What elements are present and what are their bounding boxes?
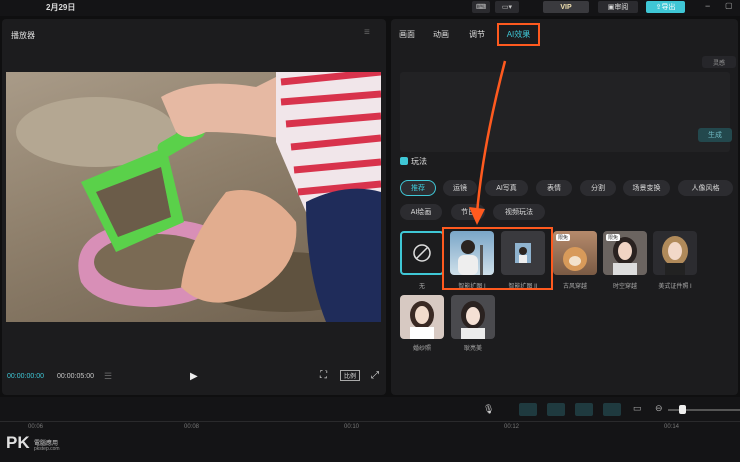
- review-button[interactable]: ▣ 审阅: [598, 1, 638, 13]
- export-button[interactable]: ⇪ 导出: [646, 1, 685, 13]
- zoom-slider-thumb[interactable]: [679, 405, 686, 414]
- ruler-tick: 00:08: [184, 424, 200, 430]
- effect-card-wedding[interactable]: [400, 295, 444, 339]
- ruler-tick: 00:06: [28, 424, 44, 430]
- inspiration-chip[interactable]: 灵感: [702, 56, 736, 68]
- ruler-tick: 00:14: [664, 424, 680, 430]
- annotation-arrow: [469, 60, 507, 225]
- play-icon[interactable]: ▶: [190, 371, 198, 382]
- chip-portrait-style[interactable]: 人像风格: [678, 180, 733, 196]
- keyboard-icon[interactable]: ⌨: [472, 1, 490, 13]
- tab-picture[interactable]: 画面: [399, 29, 415, 40]
- effect-card-beauty[interactable]: [451, 295, 495, 339]
- total-duration: 00:00:05:00: [57, 373, 94, 380]
- layout-menu-button[interactable]: ▭▾: [495, 1, 519, 13]
- ruler-tick: 00:12: [504, 424, 520, 430]
- minimize-icon[interactable]: −: [705, 1, 710, 11]
- effect-card-id-photo[interactable]: [653, 231, 697, 275]
- current-timecode: 00:00:00:00: [7, 373, 44, 380]
- prompt-input[interactable]: [400, 72, 730, 152]
- video-preview[interactable]: [6, 72, 381, 322]
- screen-icon[interactable]: ▭: [633, 403, 642, 414]
- play-label: 玩法: [411, 157, 427, 166]
- card-label: 时空穿越: [612, 284, 637, 290]
- chip-expression[interactable]: 表情: [536, 180, 572, 196]
- preview-axis-icon[interactable]: [575, 403, 593, 416]
- review-icon: ▣: [607, 4, 615, 11]
- tab-ai-effects[interactable]: AI效果: [497, 23, 540, 46]
- free-badge: 限免: [556, 234, 571, 241]
- ratio-button[interactable]: 比例: [340, 370, 360, 381]
- effect-card-none[interactable]: [400, 231, 444, 275]
- tab-adjust[interactable]: 调节: [469, 29, 485, 40]
- portrait-thumbnail: [410, 301, 434, 339]
- card-label: 美式证件照 I: [658, 284, 692, 290]
- portrait-thumbnail: [461, 301, 485, 339]
- play-checkbox[interactable]: [400, 157, 408, 165]
- portrait-thumbnail: [662, 236, 688, 275]
- tab-animation[interactable]: 动画: [433, 29, 449, 40]
- vip-badge[interactable]: VIP: [543, 1, 589, 13]
- card-label: 婚纱照: [412, 346, 431, 352]
- chip-recommend[interactable]: 推荐: [400, 180, 436, 196]
- linkage-icon[interactable]: [603, 403, 621, 416]
- child-playing-sand-image: [16, 72, 381, 322]
- free-badge: 限免: [606, 234, 621, 241]
- timeline-panel: [0, 397, 740, 462]
- maximize-icon[interactable]: ▢: [725, 1, 733, 10]
- zoom-out-icon[interactable]: ⊖: [655, 403, 663, 414]
- fullscreen-crop-icon[interactable]: ⛶: [320, 370, 327, 381]
- link-clips-icon[interactable]: [519, 403, 537, 416]
- review-label: 审阅: [614, 4, 629, 11]
- timeline-ruler: [0, 421, 740, 422]
- timeline-grid-icon[interactable]: ☰: [104, 371, 112, 382]
- chip-scene[interactable]: 场景变换: [623, 180, 670, 196]
- card-label: 无: [418, 284, 425, 290]
- snap-icon[interactable]: [547, 403, 565, 416]
- expand-icon[interactable]: ⤢: [371, 370, 379, 381]
- microphone-icon[interactable]: 🎙: [483, 404, 494, 415]
- ruler-tick: 00:10: [344, 424, 360, 430]
- watermark-logo: PK: [6, 433, 30, 452]
- chip-ai-painting[interactable]: AI绘画: [400, 204, 442, 220]
- watermark-url: pkstep.com: [34, 446, 60, 452]
- chip-split[interactable]: 分割: [580, 180, 616, 196]
- hamburger-icon[interactable]: ≡: [364, 27, 370, 38]
- project-date: 2月29日: [46, 3, 76, 12]
- highlight-box: [442, 227, 553, 290]
- player-title: 播放器: [11, 31, 35, 40]
- none-icon: [413, 244, 431, 262]
- card-label: 耿亮美: [463, 346, 482, 352]
- export-label: 导出: [661, 4, 676, 11]
- generate-button[interactable]: 生成: [698, 128, 732, 142]
- card-label: 古风穿越: [562, 284, 587, 290]
